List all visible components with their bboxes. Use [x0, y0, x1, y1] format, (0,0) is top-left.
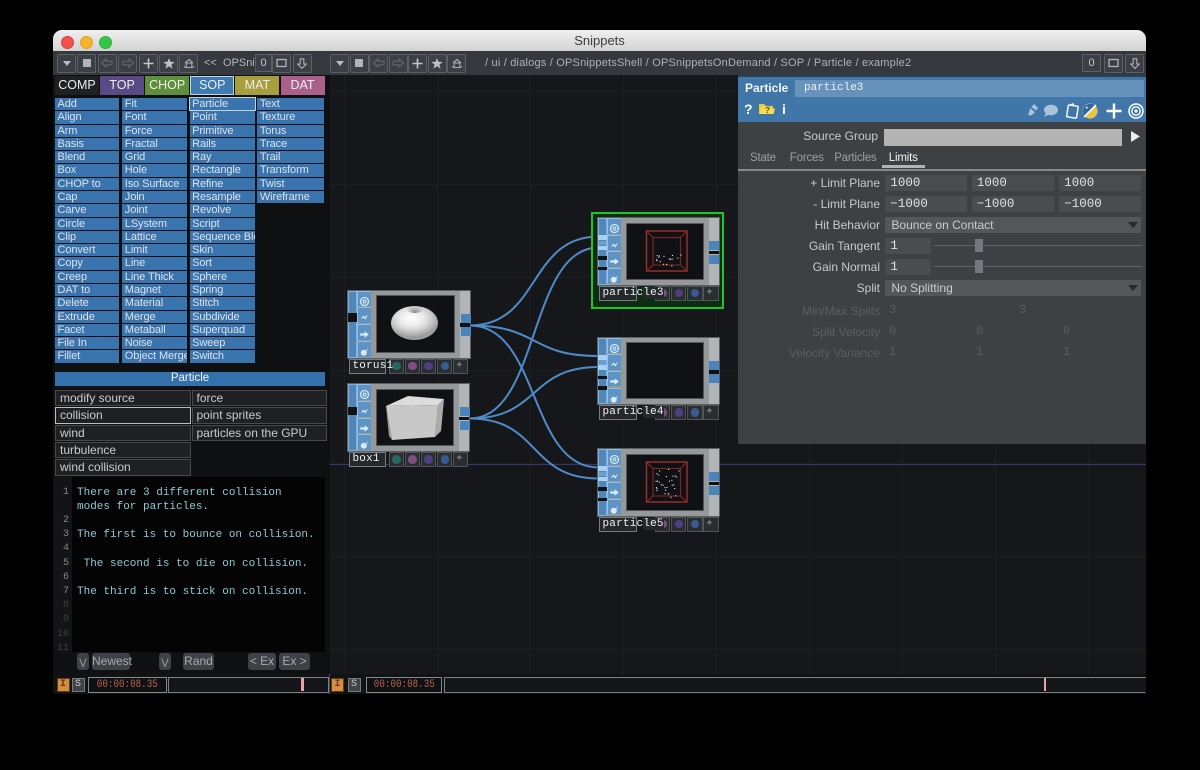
- svg-text:?: ?: [765, 106, 770, 115]
